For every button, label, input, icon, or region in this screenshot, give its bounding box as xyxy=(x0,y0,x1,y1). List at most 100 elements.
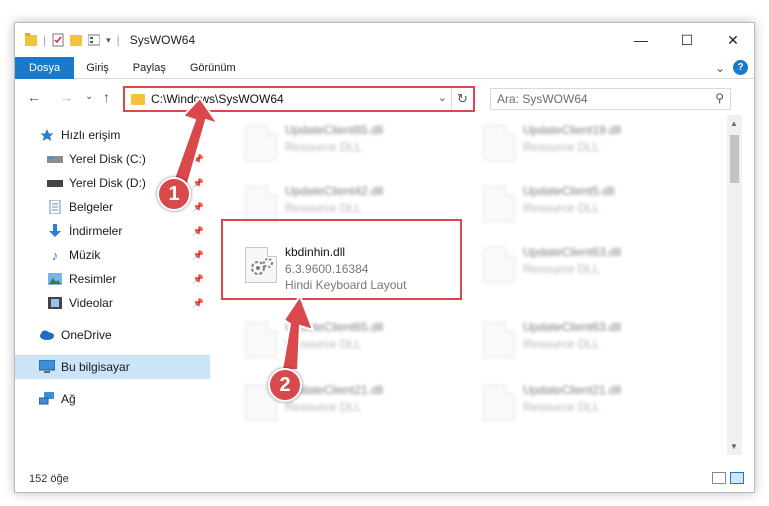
details-view-icon[interactable] xyxy=(712,472,726,484)
sidebar-item-onedrive[interactable]: OneDrive xyxy=(15,323,210,347)
quick-access-toolbar: | ▾ | xyxy=(15,33,120,47)
sidebar-item-label: Videolar xyxy=(69,296,113,310)
forward-button[interactable]: → xyxy=(59,89,73,105)
status-bar: 152 öğe xyxy=(15,465,754,492)
file-item[interactable]: UpdateClient63.dll Resource DLL xyxy=(473,237,703,289)
file-description: Resource DLL xyxy=(523,201,600,215)
file-item[interactable]: UpdateClient65.dll Resource DLL xyxy=(235,115,465,167)
tab-paylas[interactable]: Paylaş xyxy=(121,57,178,79)
tiles-view-icon[interactable] xyxy=(730,472,744,484)
file-item[interactable]: UpdateClient63.dll Resource DLL xyxy=(473,312,703,364)
file-description: Resource DLL xyxy=(523,140,600,154)
music-icon: ♪ xyxy=(51,247,59,263)
sidebar-item-label: Resimler xyxy=(69,272,117,286)
file-name: UpdateClient65.dll xyxy=(285,123,384,137)
sidebar-item-label: OneDrive xyxy=(61,328,112,342)
address-dropdown-icon[interactable]: ⌄ xyxy=(438,91,447,104)
address-bar[interactable]: C:\Windows\SysWOW64 ⌄ ↻ xyxy=(123,86,475,112)
expand-ribbon-icon[interactable]: ⌄ xyxy=(715,61,725,75)
file-description: Resource DLL xyxy=(523,337,600,351)
pin-icon[interactable]: 📌 xyxy=(193,226,204,237)
window-title: SysWOW64 xyxy=(129,33,196,47)
maximize-button[interactable]: ☐ xyxy=(664,23,710,57)
sidebar-item-videos[interactable]: Videolar 📌 xyxy=(15,291,210,315)
pictures-icon xyxy=(47,272,63,286)
dll-file-icon xyxy=(245,322,277,358)
network-icon xyxy=(39,392,55,406)
callout-two: 2 xyxy=(268,368,302,402)
dll-file-icon xyxy=(245,186,277,222)
dll-file-icon xyxy=(483,125,515,161)
pin-icon[interactable]: 📌 xyxy=(193,298,204,309)
new-folder-icon[interactable] xyxy=(70,33,83,47)
back-button[interactable]: ← xyxy=(27,89,41,105)
scroll-up-icon[interactable]: ▲ xyxy=(730,119,738,128)
file-name: UpdateClient65.dll xyxy=(285,320,384,334)
up-button[interactable]: ↑ xyxy=(103,89,110,105)
file-name: UpdateClient63.dll xyxy=(523,320,622,334)
file-item[interactable]: UpdateClient5.dll Resource DLL xyxy=(473,176,703,228)
vertical-scrollbar[interactable]: ▲ ▼ xyxy=(727,115,742,455)
file-name: UpdateClient42.dll xyxy=(285,184,384,198)
separator: | xyxy=(116,33,120,47)
cloud-icon xyxy=(39,328,55,342)
tab-giris[interactable]: Giriş xyxy=(74,57,121,79)
pin-icon[interactable]: 📌 xyxy=(193,154,204,165)
file-description: Resource DLL xyxy=(285,201,362,215)
close-button[interactable]: ✕ xyxy=(710,23,754,57)
separator: | xyxy=(43,33,47,47)
document-icon xyxy=(47,200,63,214)
tab-dosya[interactable]: Dosya xyxy=(15,56,75,79)
computer-icon xyxy=(39,360,55,374)
sidebar-item-label: Yerel Disk (C:) xyxy=(69,152,146,166)
file-item[interactable]: UpdateClient19.dll Resource DLL xyxy=(473,115,703,167)
callout-one: 1 xyxy=(157,177,191,211)
file-description: Resource DLL xyxy=(285,140,362,154)
scrollbar-thumb[interactable] xyxy=(730,135,739,183)
customize-icon[interactable] xyxy=(88,33,101,47)
refresh-icon[interactable]: ↻ xyxy=(451,88,473,110)
pin-icon[interactable]: 📌 xyxy=(193,274,204,285)
file-description: Resource DLL xyxy=(285,400,362,414)
highlight-box xyxy=(221,219,462,300)
properties-icon[interactable] xyxy=(52,33,64,47)
star-icon xyxy=(39,128,55,142)
item-count: 152 öğe xyxy=(29,473,69,485)
dll-file-icon xyxy=(483,322,515,358)
sidebar-item-pictures[interactable]: Resimler 📌 xyxy=(15,267,210,291)
sidebar-item-quick-access[interactable]: Hızlı erişim xyxy=(15,123,210,147)
sidebar-item-label: Belgeler xyxy=(69,200,114,214)
dll-file-icon xyxy=(483,247,515,283)
address-path[interactable]: C:\Windows\SysWOW64 xyxy=(151,92,284,106)
recent-locations-button[interactable]: ⌄ xyxy=(85,91,93,102)
help-icon[interactable]: ? xyxy=(733,60,748,75)
file-description: Resource DLL xyxy=(523,262,600,276)
title-bar: | ▾ | SysWOW64 — ☐ ✕ xyxy=(15,23,754,57)
file-name: UpdateClient63.dll xyxy=(523,245,622,259)
navigation-bar: ← → ⌄ ↑ C:\Windows\SysWOW64 ⌄ ↻ Ara: Sys… xyxy=(15,81,754,115)
sidebar-item-this-pc[interactable]: Bu bilgisayar xyxy=(15,355,210,379)
sidebar-item-label: İndirmeler xyxy=(69,224,123,238)
sidebar-item-music[interactable]: ♪ Müzik 📌 xyxy=(15,243,210,267)
sidebar-item-local-disk-c[interactable]: Yerel Disk (C:) 📌 xyxy=(15,147,210,171)
qa-dropdown-icon[interactable]: ▾ xyxy=(106,35,111,46)
sidebar-item-label: Hızlı erişim xyxy=(61,128,121,142)
sidebar-item-downloads[interactable]: İndirmeler 📌 xyxy=(15,219,210,243)
pin-icon[interactable]: 📌 xyxy=(193,178,204,189)
file-name: UpdateClient19.dll xyxy=(523,123,622,137)
search-input[interactable]: Ara: SysWOW64 ⚲ xyxy=(490,88,731,110)
file-description: Resource DLL xyxy=(285,337,362,351)
scroll-down-icon[interactable]: ▼ xyxy=(730,442,738,451)
pin-icon[interactable]: 📌 xyxy=(193,250,204,261)
minimize-button[interactable]: — xyxy=(618,23,664,57)
search-icon[interactable]: ⚲ xyxy=(715,91,724,105)
tab-gorunum[interactable]: Görünüm xyxy=(178,57,248,79)
folder-icon xyxy=(25,33,37,46)
download-icon xyxy=(47,224,63,238)
file-item[interactable]: UpdateClient65.dll Resource DLL xyxy=(235,312,465,364)
pin-icon[interactable]: 📌 xyxy=(193,202,204,213)
sidebar-item-label: Müzik xyxy=(69,248,101,262)
sidebar-item-network[interactable]: Ağ xyxy=(15,387,210,411)
dll-file-icon xyxy=(483,385,515,421)
file-item[interactable]: UpdateClient21.dll Resource DLL xyxy=(473,375,703,427)
